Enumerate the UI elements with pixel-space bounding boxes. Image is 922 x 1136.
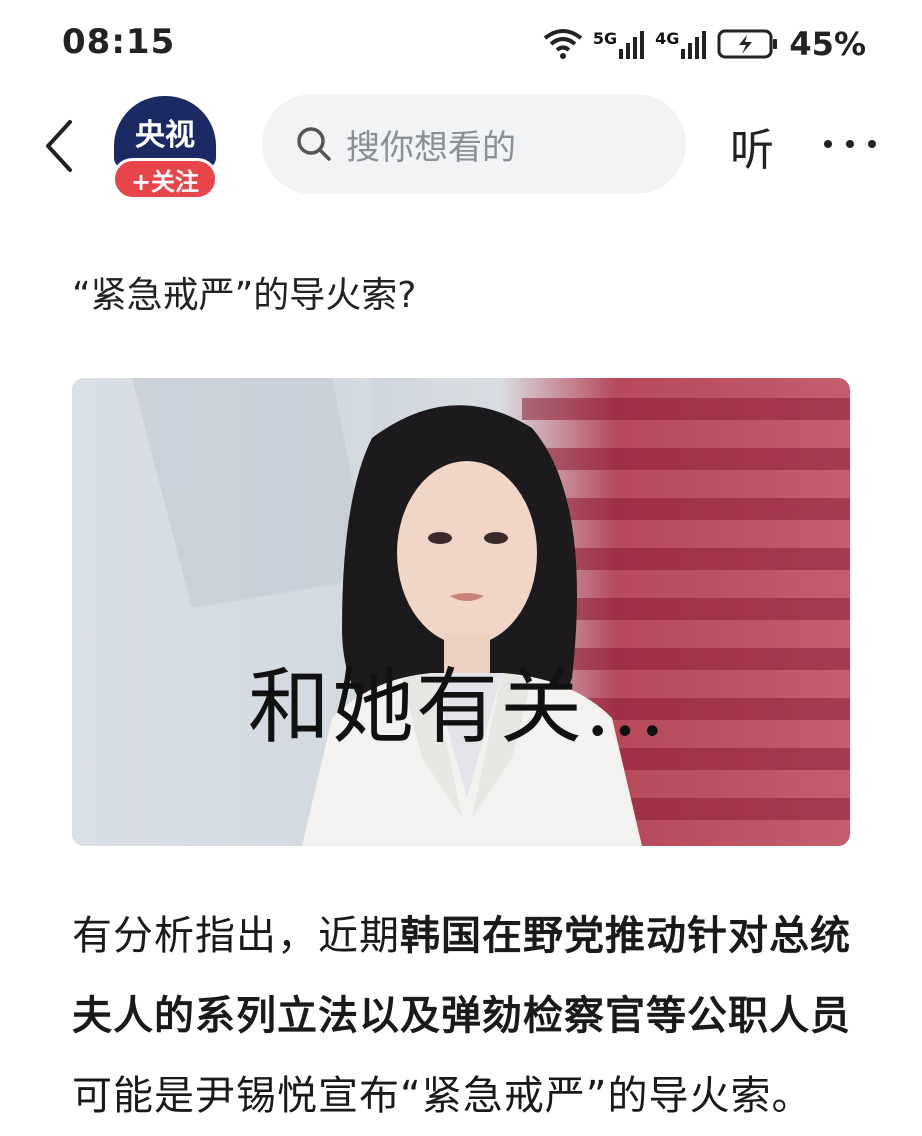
- photo-illustration: [72, 378, 850, 846]
- search-input[interactable]: 搜你想看的: [262, 94, 686, 194]
- listen-button[interactable]: 听: [730, 114, 774, 178]
- wifi-icon: [543, 29, 583, 59]
- top-nav: 央视 +关注 搜你想看的 听: [0, 88, 922, 208]
- status-bar: 08:15 5G 4G 45%: [0, 0, 922, 88]
- signal-5g-icon: 5G: [593, 29, 645, 59]
- body-text-segment: 有分析指出，近期: [72, 913, 400, 959]
- back-arrow-icon[interactable]: [40, 116, 80, 176]
- battery-icon: [717, 29, 778, 59]
- follow-button[interactable]: +关注: [112, 158, 218, 200]
- status-icons: 5G 4G 45%: [543, 24, 866, 64]
- search-placeholder: 搜你想看的: [346, 127, 516, 168]
- article-body: 有分析指出，近期韩国在野党推动针对总统夫人的系列立法以及弹劾检察官等公职人员可能…: [72, 896, 862, 1136]
- publisher-avatar[interactable]: 央视 +关注: [112, 96, 218, 200]
- search-icon: [297, 127, 331, 161]
- image-caption: 和她有关…: [248, 660, 669, 755]
- article-image[interactable]: 和她有关…: [72, 378, 850, 846]
- body-text-segment: 可能是尹锡悦宣布“紧急戒严”的导火索。: [72, 1073, 813, 1119]
- article-headline: “紧急戒严”的导火索?: [72, 275, 417, 316]
- status-time: 08:15: [62, 22, 176, 62]
- more-options-icon[interactable]: [822, 138, 878, 150]
- battery-percent: 45%: [789, 25, 866, 63]
- signal-4g-icon: 4G: [655, 29, 707, 59]
